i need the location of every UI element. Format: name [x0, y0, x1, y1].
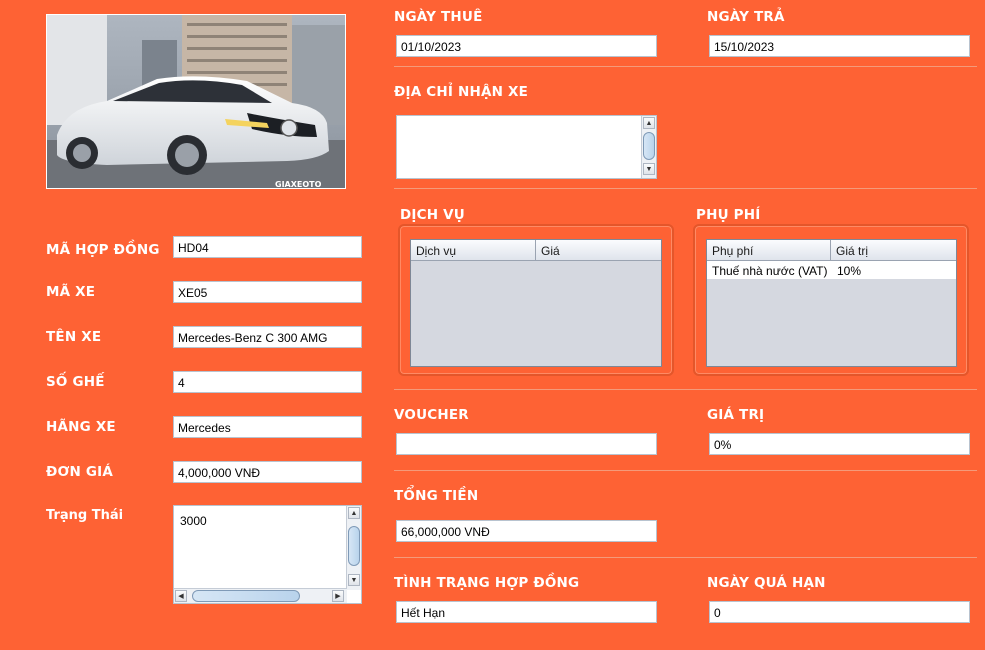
surcharges-table-header: Phụ phí Giá trị: [707, 240, 956, 261]
divider: [394, 66, 977, 67]
scroll-up-icon[interactable]: ▲: [348, 507, 360, 519]
seats-label: SỐ GHẾ: [46, 374, 105, 390]
surcharges-panel: Phụ phí Giá trị Thuế nhà nước (VAT) 10%: [693, 224, 969, 376]
voucher-field[interactable]: [396, 433, 657, 455]
column-header-value[interactable]: Giá trị: [831, 240, 956, 260]
column-header-price[interactable]: Giá: [536, 240, 661, 260]
scroll-up-icon[interactable]: ▲: [643, 117, 655, 129]
contract-status-field[interactable]: Hết Hạn: [396, 601, 657, 623]
end-date-label: NGÀY TRẢ: [707, 9, 785, 25]
column-header-surcharge[interactable]: Phụ phí: [707, 240, 832, 260]
divider: [394, 188, 977, 189]
start-date-label: NGÀY THUÊ: [394, 9, 483, 25]
services-table[interactable]: Dịch vụ Giá: [410, 239, 662, 367]
unit-price-label: ĐƠN GIÁ: [46, 464, 114, 480]
total-label: TỔNG TIỀN: [394, 488, 479, 504]
scroll-down-icon[interactable]: ▼: [643, 163, 655, 175]
scroll-right-icon[interactable]: ▶: [332, 590, 344, 602]
contract-id-label: MÃ HỢP ĐỒNG: [46, 242, 160, 258]
scroll-thumb[interactable]: [643, 132, 655, 160]
services-panel: Dịch vụ Giá: [398, 224, 674, 376]
cell-surcharge: Thuế nhà nước (VAT): [712, 264, 828, 278]
car-id-field[interactable]: XE05: [173, 281, 362, 303]
status-text: 3000: [180, 514, 207, 528]
status-textarea[interactable]: 3000 ▲ ▼ ◀ ▶: [173, 505, 362, 604]
voucher-label: VOUCHER: [394, 407, 469, 423]
brand-label: HÃNG XE: [46, 419, 116, 435]
address-textarea[interactable]: ▲ ▼: [396, 115, 657, 179]
status-vscroll[interactable]: ▲ ▼: [346, 506, 361, 590]
overdue-days-field[interactable]: 0: [709, 601, 970, 623]
divider: [394, 389, 977, 390]
divider: [394, 470, 977, 471]
car-id-label: MÃ XE: [46, 284, 96, 300]
hscroll-thumb[interactable]: [192, 590, 300, 602]
services-table-header: Dịch vụ Giá: [411, 240, 661, 261]
end-date-field[interactable]: 15/10/2023: [709, 35, 970, 57]
contract-id-field[interactable]: HD04: [173, 236, 362, 258]
scroll-thumb[interactable]: [348, 526, 360, 566]
unit-price-field[interactable]: 4,000,000 VNĐ: [173, 461, 362, 483]
contract-status-label: TÌNH TRẠNG HỢP ĐỒNG: [394, 575, 580, 591]
column-header-service[interactable]: Dịch vụ: [411, 240, 536, 260]
address-label: ĐỊA CHỈ NHẬN XE: [394, 84, 529, 100]
surcharges-title: PHỤ PHÍ: [696, 207, 761, 223]
voucher-value-label: GIÁ TRỊ: [707, 407, 765, 423]
surcharges-table[interactable]: Phụ phí Giá trị Thuế nhà nước (VAT) 10%: [706, 239, 957, 367]
car-name-field[interactable]: Mercedes-Benz C 300 AMG: [173, 326, 362, 348]
svg-text:GIAXEOTO: GIAXEOTO: [275, 180, 322, 188]
car-image: GIAXEOTO: [47, 15, 345, 188]
status-hscroll[interactable]: ◀ ▶: [174, 588, 347, 603]
car-name-label: TÊN XE: [46, 329, 102, 345]
services-title: DỊCH VỤ: [400, 207, 465, 223]
address-vscroll[interactable]: ▲ ▼: [641, 116, 656, 178]
scroll-down-icon[interactable]: ▼: [348, 574, 360, 586]
overdue-days-label: NGÀY QUÁ HẠN: [707, 575, 826, 591]
divider: [394, 557, 977, 558]
cell-value: 10%: [837, 264, 862, 278]
brand-field[interactable]: Mercedes: [173, 416, 362, 438]
total-field[interactable]: 66,000,000 VNĐ: [396, 520, 657, 542]
table-row[interactable]: Thuế nhà nước (VAT) 10%: [707, 261, 956, 279]
status-label: Trạng Thái: [46, 508, 124, 523]
scroll-left-icon[interactable]: ◀: [175, 590, 187, 602]
car-photo: GIAXEOTO: [46, 14, 346, 189]
seats-field[interactable]: 4: [173, 371, 362, 393]
voucher-value-field[interactable]: 0%: [709, 433, 970, 455]
start-date-field[interactable]: 01/10/2023: [396, 35, 657, 57]
